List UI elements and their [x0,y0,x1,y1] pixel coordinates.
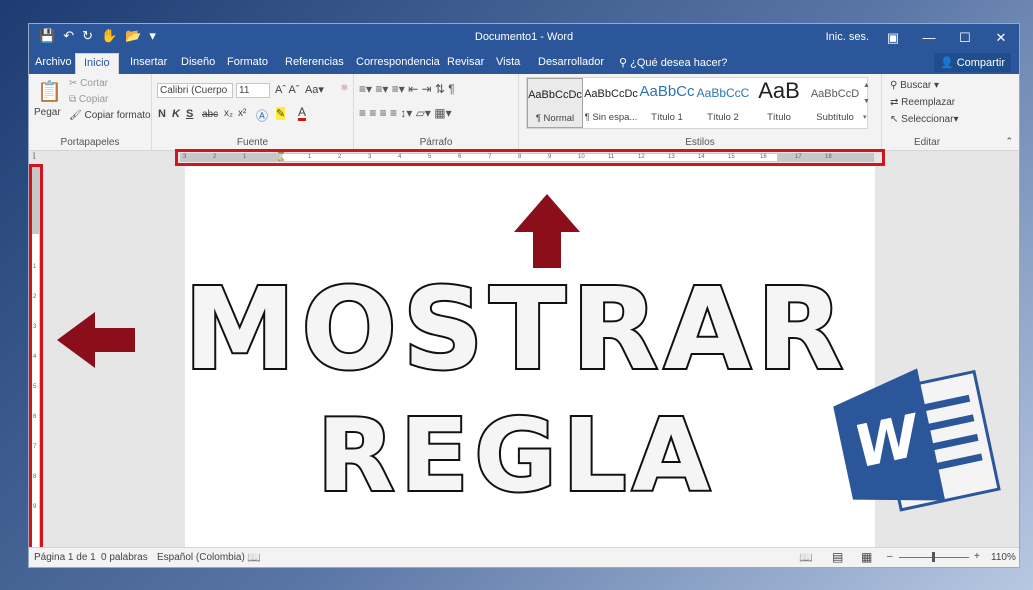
ribbon-tabs: Archivo Inicio Insertar Diseño Formato R… [29,51,1019,74]
share-label: Compartir [956,57,1005,69]
arrow-up-icon [514,194,580,268]
style-label: Título 1 [651,112,683,123]
style-label: Título [767,112,791,123]
tab-archivo[interactable]: Archivo [35,56,72,68]
find-label: Buscar [900,80,932,91]
subscript-icon[interactable]: x₂ [224,108,233,119]
font-name-select[interactable]: Calibri (Cuerpo [157,83,233,98]
minimize-icon[interactable]: — [911,24,947,51]
print-layout-icon[interactable]: ▤ [832,550,843,564]
title-bar: 💾 ↶ ↻ ✋ 📂 ▾ Documento1 - Word Inic. ses.… [29,24,1019,51]
tab-correspondencia[interactable]: Correspondencia [356,56,440,68]
zoom-out-icon[interactable]: – [887,551,893,562]
group-paragraph: ≡▾ ≡▾ ≡▾ ⇤ ⇥ ⇅ ¶ ≡ ≡ ≡ ≡ ↕▾ ▱▾ ▦▾ Párraf… [354,74,519,151]
horizontal-ruler-highlight [175,149,885,166]
bullets-icon[interactable]: ≡▾ ≡▾ ≡▾ ⇤ ⇥ ⇅ ¶ [359,82,455,96]
tab-selector-icon[interactable]: ⌊ [33,151,36,160]
paste-icon[interactable]: 📋 [37,79,62,104]
clear-format-icon[interactable]: ⚛ [340,83,349,94]
tab-inicio[interactable]: Inicio [75,53,119,74]
sign-in-link[interactable]: Inic. ses. [826,31,869,43]
tab-revisar[interactable]: Revisar [447,56,484,68]
copy-label: Copiar [78,94,109,105]
text-effects-icon[interactable]: Ⓐ [256,107,268,124]
superscript-icon[interactable]: x² [238,108,246,119]
tab-referencias[interactable]: Referencias [285,56,344,68]
cut-label: Cortar [80,78,108,89]
format-painter-label: Copiar formato [84,110,151,121]
ribbon: 📋 Pegar ✂ Cortar ⧉ Copiar 🖌 Copiar forma… [29,74,1019,151]
paragraph-label: Párrafo [419,137,453,148]
page-count[interactable]: Página 1 de 1 [34,552,96,563]
tab-formato[interactable]: Formato [227,56,268,68]
group-clipboard: 📋 Pegar ✂ Cortar ⧉ Copiar 🖌 Copiar forma… [29,74,152,151]
style-label: Título 2 [707,112,739,123]
copy-button[interactable]: ⧉ Copiar [69,94,108,105]
collapse-ribbon-icon[interactable]: ⌃ [1005,136,1013,147]
styles-label: Estilos [685,137,715,148]
status-bar: Página 1 de 1 0 palabras Español (Colomb… [29,547,1019,567]
find-button[interactable]: ⚲ Buscar ▾ [890,80,939,91]
style-titulo[interactable]: AaB Título [751,78,807,128]
strikethrough-icon[interactable]: abc [202,109,218,120]
window-title: Documento1 - Word [474,31,574,43]
style-sample: AaBbCcC [696,86,750,100]
tab-diseno[interactable]: Diseño [181,56,215,68]
style-subtitulo[interactable]: AaBbCcD Subtítulo [807,78,863,128]
word-count[interactable]: 0 palabras [101,552,148,563]
select-label: Seleccionar [901,114,954,125]
replace-label: Reemplazar [901,97,956,108]
language[interactable]: Español (Colombia) [157,552,245,563]
format-painter-button[interactable]: 🖌 Copiar formato [69,110,151,121]
share-button[interactable]: 👤 Compartir [933,53,1011,72]
bold-icon[interactable]: N [158,108,166,120]
tell-me-text: ¿Qué desea hacer? [630,57,728,69]
word-logo-icon: W [833,368,1001,512]
highlight-icon[interactable]: ✎ [276,107,286,120]
style-titulo2[interactable]: AaBbCcC Título 2 [695,78,751,128]
font-label: Fuente [236,137,269,148]
tab-insertar[interactable]: Insertar [130,56,167,68]
maximize-icon[interactable]: ☐ [947,24,983,51]
style-normal[interactable]: AaBbCcDc ¶ Normal [527,78,583,128]
underline-icon[interactable]: S [186,108,193,120]
style-sample: AaBbCcD [810,88,860,100]
cut-button[interactable]: ✂ Cortar [69,78,108,89]
style-titulo1[interactable]: AaBbCc Título 1 [639,78,695,128]
zoom-in-icon[interactable]: + [974,551,980,562]
read-mode-icon[interactable]: 📖 [799,551,813,564]
italic-icon[interactable]: K [172,108,180,120]
tab-vista[interactable]: Vista [496,56,520,68]
style-label: ¶ Normal [535,113,575,124]
zoom-slider-thumb[interactable] [932,552,935,562]
paste-button[interactable]: Pegar [34,107,61,118]
style-sin-espaciado[interactable]: AaBbCcDc ¶ Sin espa... [583,78,639,128]
proofing-icon[interactable]: 📖 [247,551,261,564]
style-sample: AaBbCc [639,83,695,100]
tell-me-box[interactable]: ⚲ ¿Qué desea hacer? [619,56,727,69]
edit-label: Editar [913,137,941,148]
select-button[interactable]: ↖ Seleccionar▾ [890,114,958,125]
clipboard-label: Portapapeles [60,137,120,148]
group-edit: ⚲ Buscar ▾ ⇄ Reemplazar ↖ Seleccionar▾ E… [882,74,972,151]
close-icon[interactable]: ✕ [983,24,1019,51]
replace-button[interactable]: ⇄ Reemplazar [890,97,955,108]
style-sample: AaB [758,78,800,103]
grow-font-icon[interactable]: Aˆ Aˇ Aa▾ [275,83,324,96]
align-icon[interactable]: ≡ ≡ ≡ ≡ ↕▾ ▱▾ ▦▾ [359,106,452,120]
group-font: Calibri (Cuerpo 11 Aˆ Aˇ Aa▾ ⚛ N K S abc… [152,74,354,151]
style-sample: AaBbCcDc [584,88,638,100]
style-label: ¶ Sin espa... [584,112,638,123]
font-size-select[interactable]: 11 [236,83,270,98]
zoom-level[interactable]: 110% [991,552,1016,563]
ribbon-display-icon[interactable]: ▣ [875,24,911,51]
styles-gallery: AaBbCcDc ¶ Normal AaBbCcDc ¶ Sin espa... A… [526,77,870,129]
styles-scroll-icon[interactable]: ▲ ▼ ▾ [863,78,870,126]
style-label: Subtítulo [816,112,854,123]
style-sample: AaBbCcDc [528,89,582,101]
tab-desarrollador[interactable]: Desarrollador [538,56,604,68]
font-color-icon[interactable]: A [298,106,307,121]
web-layout-icon[interactable]: ▦ [861,550,872,564]
